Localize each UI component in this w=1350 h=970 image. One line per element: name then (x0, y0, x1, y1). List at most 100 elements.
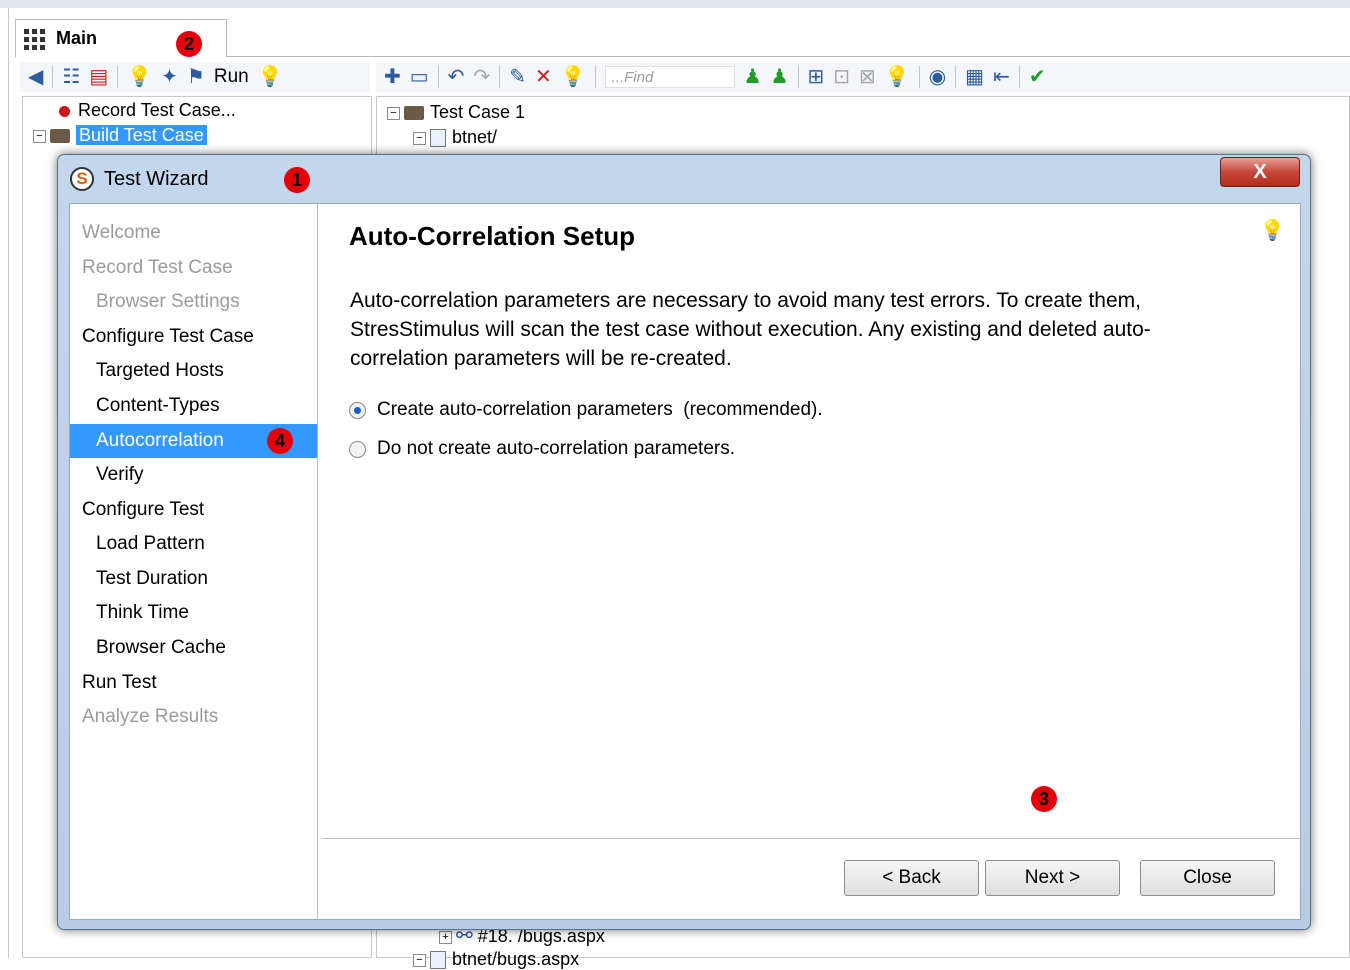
briefcase-icon (404, 106, 424, 121)
hierarchy-icon[interactable]: ⊞ (808, 66, 825, 88)
nav-item-browser-cache[interactable]: Browser Cache (70, 631, 317, 665)
toolbar-separator (955, 66, 957, 88)
page-icon (430, 129, 446, 148)
toolbar-separator (1018, 66, 1020, 88)
remove-icon[interactable]: ▭ (410, 66, 429, 88)
expander-minus-icon[interactable]: − (413, 953, 426, 967)
collapse-panel-icon[interactable]: ⇤ (993, 66, 1010, 88)
lightbulb-icon[interactable]: 💡 (885, 66, 910, 88)
toolbar-separator (437, 66, 439, 88)
redo-icon[interactable]: ↷ (473, 66, 490, 88)
stresstimulus-logo-icon: S (70, 167, 94, 191)
tab-strip-line (227, 56, 1350, 57)
option-label: Do not create auto-correlation parameter… (377, 438, 736, 459)
page-description: Auto-correlation parameters are necessar… (350, 289, 1151, 370)
nav-item-welcome[interactable]: Welcome (70, 216, 317, 250)
toolbar-separator (797, 66, 799, 88)
expander-plus-icon[interactable]: + (439, 930, 452, 944)
nav-item-configure-test-case[interactable]: Configure Test Case (70, 320, 317, 354)
tree-item-label: btnet/bugs.aspx (452, 949, 580, 969)
back-arrow-icon[interactable]: ◀ (28, 66, 43, 88)
option-do-not-create[interactable]: Do not create auto-correlation parameter… (349, 438, 735, 460)
lightbulb-icon[interactable]: 💡 (258, 66, 283, 88)
left-toolbar: ◀ ☷ ▤ 💡 ✦ ⚑ Run 💡 (20, 62, 370, 92)
dialog-title: Test Wizard (104, 168, 209, 190)
annotation-badge: 3 (1031, 786, 1057, 812)
eye-icon[interactable]: ◉ (929, 66, 946, 88)
app-top-strip (0, 0, 1350, 8)
expander-minus-icon[interactable]: − (413, 131, 426, 145)
option-create-autocorrelation[interactable]: Create auto-correlation parameters (reco… (349, 399, 823, 421)
wizard-wand-icon[interactable]: ✦ (161, 66, 178, 88)
nav-item-think-time[interactable]: Think Time (70, 596, 317, 630)
radio-button[interactable] (349, 440, 366, 458)
test-wizard-dialog: S Test Wizard 1 X Welcome Record Test Ca… (57, 154, 1311, 930)
nav-item-label: Autocorrelation (96, 430, 224, 451)
nav-item-content-types[interactable]: Content-Types (70, 389, 317, 423)
nav-item-targeted-hosts[interactable]: Targeted Hosts (70, 354, 317, 388)
toolbar-separator (594, 66, 596, 88)
right-toolbar: ✚ ▭ ↶ ↷ ✎ ✕ 💡 ...Find ♟ ♟ ⊞ ⊡ ⊠ 💡 ◉ ▦ ⇤ … (376, 62, 1350, 92)
record-dot-icon (59, 105, 70, 117)
wizard-content: Auto-Correlation Setup 💡 Auto-correlatio… (318, 204, 1300, 919)
page-heading: Auto-Correlation Setup (349, 221, 635, 251)
tree-item-host[interactable]: − btnet/ (413, 127, 497, 148)
expander-minus-icon[interactable]: − (387, 106, 400, 120)
run-flag-icon[interactable]: ⚑ (187, 66, 205, 88)
toolbar-separator (52, 66, 54, 88)
nav-item-autocorrelation[interactable]: Autocorrelation 4 (70, 424, 317, 458)
nav-item-verify[interactable]: Verify (70, 458, 317, 492)
table-icon[interactable]: ▦ (965, 66, 984, 88)
run-button-label[interactable]: Run (214, 66, 249, 88)
clear-icon[interactable]: ⊠ (859, 66, 876, 88)
nav-item-test-duration[interactable]: Test Duration (70, 562, 317, 596)
tree-item-build[interactable]: − Build Test Case (33, 125, 207, 146)
nav-item-browser-settings[interactable]: Browser Settings (70, 285, 317, 319)
page-icon (430, 951, 446, 970)
edit-pencil-icon[interactable]: ✎ (509, 66, 526, 88)
find-input[interactable]: ...Find (604, 66, 735, 88)
option-label: Create auto-correlation parameters (reco… (377, 399, 823, 420)
user-find-icon[interactable]: ♟ (771, 66, 789, 88)
nav-item-load-pattern[interactable]: Load Pattern (70, 527, 317, 561)
radio-button-selected[interactable] (349, 401, 366, 419)
toolbar-separator (499, 66, 501, 88)
undo-icon[interactable]: ↶ (448, 66, 465, 88)
wizard-nav: Welcome Record Test Case Browser Setting… (70, 204, 318, 919)
annotation-badge: 1 (284, 167, 310, 193)
tree-item-label: Record Test Case... (78, 100, 236, 120)
tree-item-label: Test Case 1 (430, 102, 526, 122)
list-view-icon[interactable]: ▤ (89, 66, 108, 88)
user-add-icon[interactable]: ♟ (744, 66, 762, 88)
lightbulb-icon[interactable]: 💡 (127, 66, 152, 88)
tree-view-icon[interactable]: ☷ (62, 66, 80, 88)
nav-item-configure-test[interactable]: Configure Test (70, 493, 317, 527)
nav-item-record-test-case[interactable]: Record Test Case (70, 251, 317, 285)
delete-icon[interactable]: ✕ (535, 66, 552, 88)
annotation-badge: 4 (267, 428, 293, 454)
grid-icon (24, 29, 45, 50)
tree-item-label: Build Test Case (76, 125, 207, 145)
close-button[interactable]: Close (1140, 860, 1275, 896)
tree-item-page[interactable]: − btnet/bugs.aspx (413, 949, 579, 970)
expander-minus-icon[interactable]: − (33, 129, 46, 143)
tab-main-label: Main (56, 28, 98, 48)
next-button[interactable]: Next > (985, 860, 1120, 896)
edit-hierarchy-icon[interactable]: ⊡ (833, 66, 850, 88)
dialog-body: Welcome Record Test Case Browser Setting… (69, 203, 1301, 920)
back-button[interactable]: < Back (844, 860, 979, 896)
dialog-titlebar[interactable]: S Test Wizard 1 X (58, 155, 1310, 203)
tree-item-record[interactable]: Record Test Case... (59, 100, 236, 121)
nav-item-run-test[interactable]: Run Test (70, 666, 317, 700)
tree-item-test-case[interactable]: − Test Case 1 (387, 102, 525, 123)
footer-divider (321, 838, 1300, 839)
close-window-button[interactable]: X (1220, 157, 1300, 187)
tree-item-label: btnet/ (452, 127, 498, 147)
add-icon[interactable]: ✚ (384, 66, 401, 88)
toolbar-separator (918, 66, 920, 88)
lightbulb-icon[interactable]: 💡 (1260, 218, 1285, 243)
lightbulb-icon[interactable]: 💡 (561, 66, 586, 88)
nav-item-analyze-results[interactable]: Analyze Results (70, 700, 317, 734)
checkmark-icon[interactable]: ✔ (1029, 66, 1046, 88)
toolbar-separator (117, 66, 119, 88)
